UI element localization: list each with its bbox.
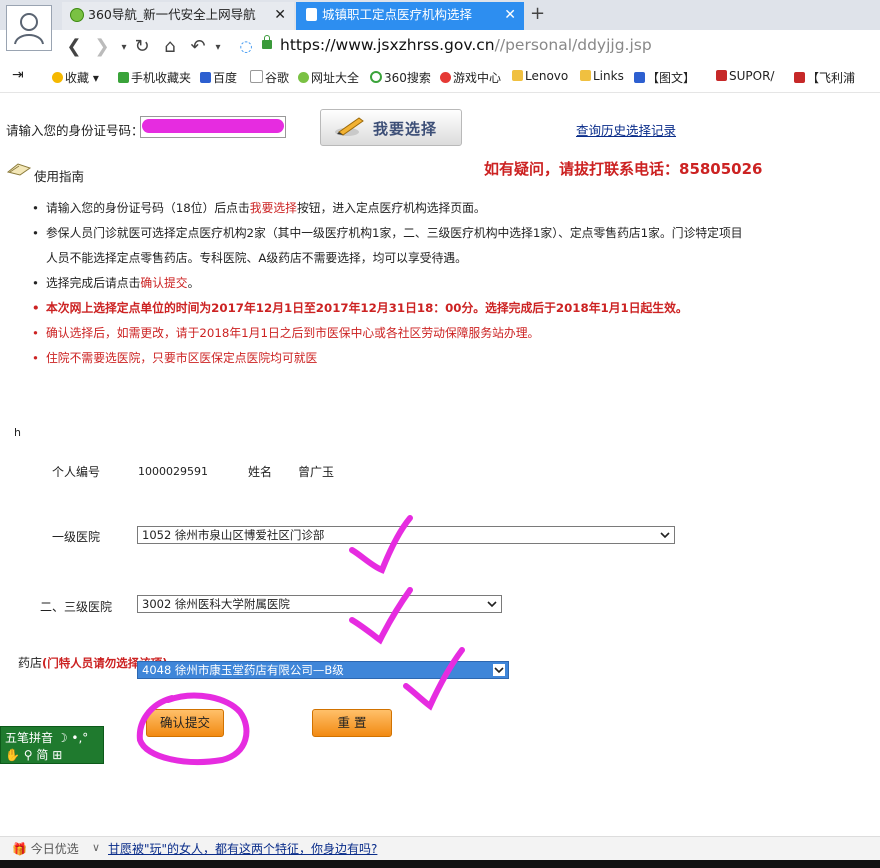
bookmark-image-text[interactable]: 【图文】 xyxy=(634,69,695,86)
reset-button[interactable]: 重 置 xyxy=(312,709,392,737)
chevron-down-icon[interactable]: ∨ xyxy=(92,841,100,854)
hand-icon[interactable]: ✋ xyxy=(5,748,20,762)
tab-medical-select[interactable]: 城镇职工定点医疗机构选择 ✕ xyxy=(296,2,524,30)
guide-item: 确认选择后，如需更改，请于2018年1月1日之后到市医保中心或各社区劳动保障服务… xyxy=(30,321,790,346)
pharmacy-select[interactable]: 4048 徐州市康玉堂药店有限公司—B级 xyxy=(137,661,509,679)
bookmark-favorites[interactable]: 收藏 ▾ xyxy=(52,69,99,86)
person-id-value: 1000029591 xyxy=(138,465,208,478)
level1-hospital-select[interactable]: 1052 徐州市泉山区博爱社区门诊部 xyxy=(137,526,675,544)
undo-icon[interactable]: ↶ xyxy=(188,36,208,57)
tab-label: 360导航_新一代安全上网导航 xyxy=(88,7,256,22)
gift-icon: 🎁 xyxy=(12,842,27,856)
bookmark-site-directory[interactable]: 网址大全 xyxy=(298,69,359,86)
lock-icon xyxy=(262,35,272,49)
ime-options[interactable]: ✋ ⚲ 简 ⊞ xyxy=(5,746,62,763)
selected-value: 1052 徐州市泉山区博爱社区门诊部 xyxy=(142,528,325,542)
360-logo-icon xyxy=(70,8,84,22)
user-icon xyxy=(14,13,44,45)
person-name-value: 曾广玉 xyxy=(298,465,335,479)
guide-item: 参保人员门诊就医可选择定点医疗机构2家（其中一级医疗机构1家，二、三级医疗机构中… xyxy=(30,221,790,246)
sidebar-toggle-icon[interactable]: ⇥ xyxy=(12,67,24,83)
close-icon[interactable]: ✕ xyxy=(504,2,516,28)
selected-value: 4048 徐州市康玉堂药店有限公司—B级 xyxy=(142,663,344,677)
url-text[interactable]: https://www.jsxzhrss.gov.cn//personal/dd… xyxy=(280,36,652,54)
person-id-label: 个人编号 xyxy=(52,465,101,479)
bookmark-games[interactable]: 游戏中心 xyxy=(440,69,501,86)
undo-dropdown-icon[interactable]: ▾ xyxy=(208,42,228,53)
confirm-submit-button[interactable]: 确认提交 xyxy=(146,709,224,737)
bookmark-mobile[interactable]: 手机收藏夹 xyxy=(118,69,191,86)
guide-item: 请输入您的身份证号码（18位）后点击我要选择按钮，进入定点医疗机构选择页面。 xyxy=(30,196,790,221)
bookmark-google[interactable]: 谷歌 xyxy=(250,69,289,86)
star-icon xyxy=(52,72,63,83)
hotline-text: 如有疑问，请拔打联系电话：85805026 xyxy=(484,160,763,178)
guide-item: 住院不需要选医院，只要市区医保定点医院均可就医 xyxy=(30,346,790,371)
tab-360-nav[interactable]: 360导航_新一代安全上网导航 ✕ xyxy=(62,2,294,30)
folder-icon xyxy=(512,70,523,81)
redaction-mark xyxy=(142,119,284,133)
loading-icon: ◌ xyxy=(239,37,253,55)
refresh-icon[interactable]: ↻ xyxy=(132,36,152,57)
taskbar-edge xyxy=(0,860,880,868)
phone-icon xyxy=(118,72,129,83)
history-dropdown-icon[interactable]: ▾ xyxy=(114,42,134,53)
page-icon xyxy=(250,70,263,83)
today-picks[interactable]: 🎁 今日优选 xyxy=(12,840,79,857)
360-logo-icon xyxy=(298,72,309,83)
search-icon xyxy=(370,71,382,83)
bookmark-360-search[interactable]: 360搜索 xyxy=(370,69,431,86)
chevron-down-icon xyxy=(487,601,497,608)
ime-mode-label[interactable]: 五笔拼音 ☽ •,° xyxy=(5,729,88,746)
level23-label: 二、三级医院 xyxy=(40,600,113,614)
guide-item: 选择完成后请点击确认提交。 xyxy=(30,271,790,296)
folder-icon xyxy=(580,70,591,81)
pen-icon xyxy=(335,117,364,136)
bookmark-baidu[interactable]: 百度 xyxy=(200,69,237,86)
id-label: 请输入您的身份证号码： xyxy=(6,123,144,138)
close-icon[interactable]: ✕ xyxy=(274,2,286,28)
news-headline-link[interactable]: 甘愿被"玩"的女人，都有这两个特征，你身边有吗? xyxy=(108,840,377,857)
user-avatar[interactable] xyxy=(6,5,52,51)
forward-icon[interactable]: ❯ xyxy=(92,36,112,57)
bookmark-links[interactable]: Links xyxy=(580,69,624,83)
bookmark-lenovo[interactable]: Lenovo xyxy=(512,69,568,83)
guide-title: 使用指南 xyxy=(34,169,85,184)
guide-list: 请输入您的身份证号码（18位）后点击我要选择按钮，进入定点医疗机构选择页面。 参… xyxy=(30,196,790,371)
level1-label: 一级医院 xyxy=(52,530,101,544)
person-name-label: 姓名 xyxy=(248,465,273,479)
search-icon[interactable]: ⚲ xyxy=(24,748,33,762)
game-icon xyxy=(440,72,451,83)
choose-button-label: 我要选择 xyxy=(373,120,438,138)
ime-toolbar[interactable]: 五笔拼音 ☽ •,° ✋ ⚲ 简 ⊞ xyxy=(0,726,104,764)
baidu-icon xyxy=(200,72,211,83)
guide-item-deadline: 本次网上选择定点单位的时间为2017年12月1日至2017年12月31日18：0… xyxy=(30,296,790,321)
choose-button[interactable]: 我要选择 xyxy=(320,109,462,146)
chevron-down-icon xyxy=(493,664,505,676)
home-icon[interactable]: ⌂ xyxy=(160,36,180,57)
book-icon xyxy=(6,163,32,176)
bookmark-supor[interactable]: SUPOR/ xyxy=(716,69,774,83)
tmall-icon xyxy=(716,70,727,81)
guide-item-continued: 人员不能选择定点零售药店。专科医院、A级药店不需要选择，均可以享受待遇。 xyxy=(46,251,467,265)
selected-value: 3002 徐州医科大学附属医院 xyxy=(142,597,290,611)
new-tab-button[interactable]: + xyxy=(530,3,545,24)
stray-text: h xyxy=(14,426,21,439)
page-icon xyxy=(306,8,317,21)
paw-icon xyxy=(634,72,645,83)
tab-label: 城镇职工定点医疗机构选择 xyxy=(322,7,473,22)
back-icon[interactable]: ❮ xyxy=(64,36,84,57)
history-link[interactable]: 查询历史选择记录 xyxy=(576,120,676,139)
bookmark-philips[interactable]: 【飞利浦 xyxy=(794,69,855,86)
jd-icon xyxy=(794,72,805,83)
level23-hospital-select[interactable]: 3002 徐州医科大学附属医院 xyxy=(137,595,502,613)
chevron-down-icon xyxy=(660,532,670,539)
